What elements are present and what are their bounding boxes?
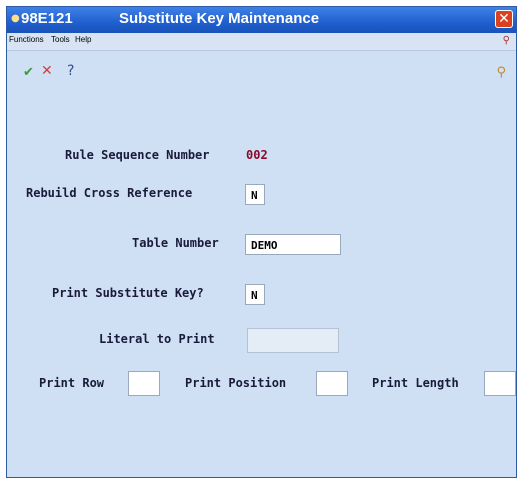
help-button[interactable]: ?: [67, 63, 74, 79]
help-icon: ?: [67, 63, 75, 79]
menu-bar: Functions Tools Help ⚲: [7, 33, 516, 51]
menu-tools[interactable]: Tools: [51, 35, 70, 44]
rebuild-label: Rebuild Cross Reference: [26, 186, 193, 200]
menu-functions[interactable]: Functions: [9, 35, 44, 44]
print-length-label: Print Length: [372, 376, 459, 390]
print-length-field[interactable]: [484, 371, 516, 396]
window-title: Substitute Key Maintenance: [119, 10, 320, 27]
print-key-field[interactable]: N: [245, 284, 265, 305]
table-number-field[interactable]: DEMO: [245, 234, 341, 255]
title-bar: ● 98E121 Substitute Key Maintenance ✕: [7, 7, 516, 33]
print-position-label: Print Position: [185, 376, 287, 390]
checkmark-icon: ✔: [23, 65, 34, 80]
close-button[interactable]: ✕: [495, 10, 513, 28]
literal-label: Literal to Print: [99, 332, 215, 346]
rule-sequence-label: Rule Sequence Number: [65, 148, 210, 162]
search-icon: ⚲: [496, 65, 506, 80]
print-position-field[interactable]: [316, 371, 348, 396]
table-number-label: Table Number: [132, 236, 219, 250]
app-window: ● 98E121 Substitute Key Maintenance ✕ Fu…: [6, 6, 517, 478]
ok-button[interactable]: ✔: [23, 65, 34, 80]
print-row-label: Print Row: [39, 376, 105, 390]
search-button[interactable]: ⚲: [496, 65, 506, 80]
print-key-label: Print Substitute Key?: [52, 286, 204, 300]
menu-help[interactable]: Help: [75, 35, 91, 44]
app-icon: ●: [11, 13, 20, 24]
literal-field[interactable]: [247, 328, 339, 353]
close-icon: ✕: [498, 11, 510, 27]
cancel-icon: ✕: [41, 63, 53, 79]
pin-icon[interactable]: ⚲: [503, 35, 510, 46]
cancel-button[interactable]: ✕: [41, 63, 53, 79]
print-row-field[interactable]: [128, 371, 160, 396]
rule-sequence-value: 002: [246, 148, 268, 162]
rebuild-field[interactable]: N: [245, 184, 265, 205]
app-code: 98E121: [21, 10, 73, 27]
